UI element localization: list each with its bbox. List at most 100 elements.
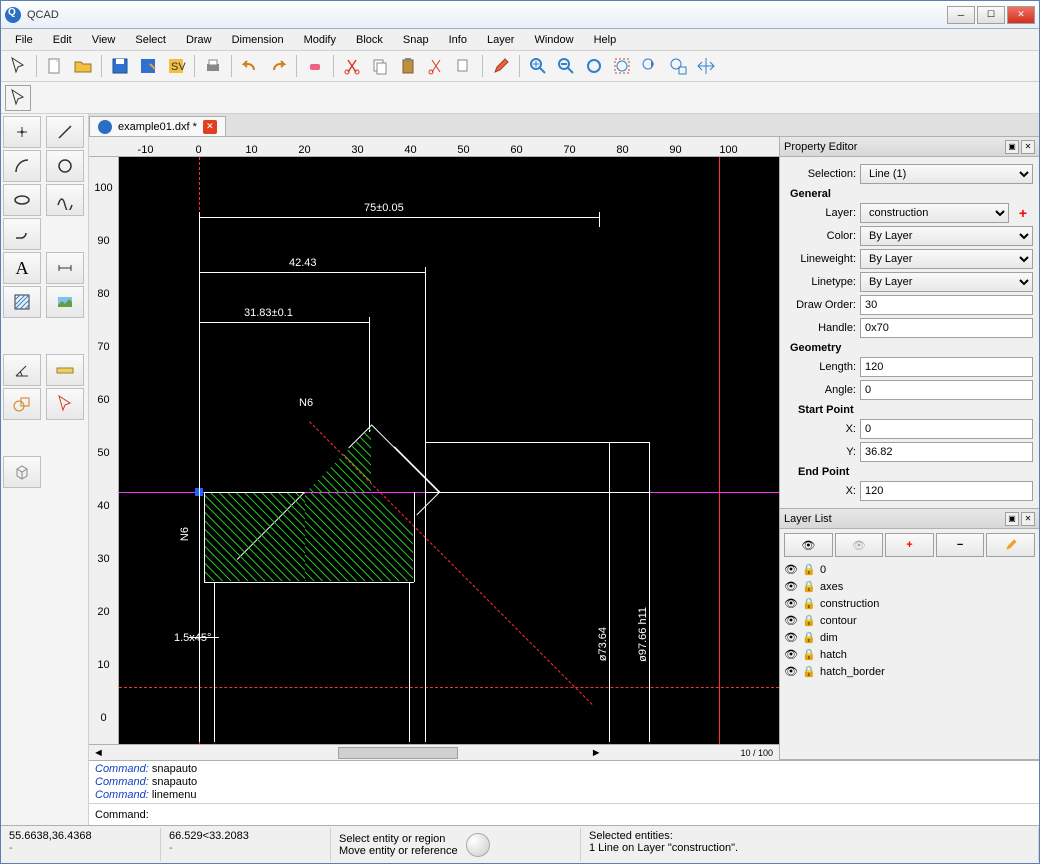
pencil-button[interactable] [488, 53, 514, 79]
ellipse-tool[interactable] [3, 184, 41, 216]
layer-pane-close[interactable]: ✕ [1021, 512, 1035, 526]
polyline-tool[interactable] [3, 218, 41, 250]
zoom-in-button[interactable] [525, 53, 551, 79]
menu-dimension[interactable]: Dimension [222, 31, 294, 49]
lineweight-select[interactable]: By Layer [860, 249, 1033, 269]
menu-edit[interactable]: Edit [43, 31, 82, 49]
paste-button[interactable] [395, 53, 421, 79]
block-tool[interactable] [3, 388, 41, 420]
end-x-input[interactable] [860, 481, 1033, 501]
length-input[interactable] [860, 357, 1033, 377]
menu-snap[interactable]: Snap [393, 31, 439, 49]
eye-icon[interactable]: 👁 [784, 648, 798, 661]
layer-row[interactable]: 👁🔒axes [780, 578, 1039, 595]
layer-row[interactable]: 👁🔒dim [780, 629, 1039, 646]
menu-help[interactable]: Help [584, 31, 627, 49]
menu-info[interactable]: Info [439, 31, 477, 49]
point-tool[interactable] [3, 116, 41, 148]
hatch-tool[interactable] [3, 286, 41, 318]
3d-tool[interactable] [3, 456, 41, 488]
lock-icon[interactable]: 🔒 [802, 665, 816, 678]
zoom-previous-button[interactable] [637, 53, 663, 79]
zoom-window-button[interactable] [665, 53, 691, 79]
select-tool[interactable] [46, 388, 84, 420]
pan-button[interactable] [693, 53, 719, 79]
add-layer-button-2[interactable]: + [885, 533, 934, 557]
layer-select[interactable]: construction [860, 203, 1009, 223]
menu-block[interactable]: Block [346, 31, 393, 49]
lock-icon[interactable]: 🔒 [802, 614, 816, 627]
remove-layer-button[interactable]: − [936, 533, 985, 557]
menu-draw[interactable]: Draw [176, 31, 222, 49]
edit-layer-button[interactable] [986, 533, 1035, 557]
minimize-button[interactable]: ─ [947, 6, 975, 24]
layer-pane-undock[interactable]: ▣ [1005, 512, 1019, 526]
save-button[interactable] [107, 53, 133, 79]
eye-icon[interactable]: 👁 [784, 580, 798, 593]
print-button[interactable] [200, 53, 226, 79]
cut-ref-button[interactable] [423, 53, 449, 79]
linetype-select[interactable]: By Layer [860, 272, 1033, 292]
command-input[interactable] [149, 809, 1033, 821]
drawing-canvas[interactable]: 75±0.05 42.43 31.83±0.1 [119, 157, 779, 744]
eye-icon[interactable]: 👁 [784, 563, 798, 576]
pointer-tool[interactable] [5, 53, 31, 79]
menu-view[interactable]: View [82, 31, 126, 49]
start-x-input[interactable] [860, 419, 1033, 439]
new-file-button[interactable] [42, 53, 68, 79]
image-tool[interactable] [46, 286, 84, 318]
color-select[interactable]: By Layer [860, 226, 1033, 246]
menu-select[interactable]: Select [125, 31, 176, 49]
selection-select[interactable]: Line (1) [860, 164, 1033, 184]
arc-tool[interactable] [3, 150, 41, 182]
spline-tool[interactable] [46, 184, 84, 216]
eye-icon[interactable]: 👁 [784, 631, 798, 644]
pane-close-button[interactable]: ✕ [1021, 140, 1035, 154]
circle-tool[interactable] [46, 150, 84, 182]
layer-row[interactable]: 👁🔒hatch_border [780, 663, 1039, 680]
layer-row[interactable]: 👁🔒0 [780, 561, 1039, 578]
pointer-tool-2[interactable] [5, 85, 31, 111]
show-all-layers-button[interactable]: 👁 [784, 533, 833, 557]
save-svg-button[interactable]: SVG [163, 53, 189, 79]
menu-file[interactable]: File [5, 31, 43, 49]
layer-row[interactable]: 👁🔒contour [780, 612, 1039, 629]
zoom-selection-button[interactable] [609, 53, 635, 79]
measure-dist-tool[interactable] [46, 354, 84, 386]
pane-undock-button[interactable]: ▣ [1005, 140, 1019, 154]
maximize-button[interactable]: ☐ [977, 6, 1005, 24]
undo-button[interactable] [237, 53, 263, 79]
lock-icon[interactable]: 🔒 [802, 597, 816, 610]
lock-icon[interactable]: 🔒 [802, 648, 816, 661]
zoom-auto-button[interactable] [581, 53, 607, 79]
text-tool[interactable]: A [3, 252, 41, 284]
redo-button[interactable] [265, 53, 291, 79]
lock-icon[interactable]: 🔒 [802, 580, 816, 593]
zoom-out-button[interactable] [553, 53, 579, 79]
handle-input[interactable] [860, 318, 1033, 338]
draworder-input[interactable] [860, 295, 1033, 315]
lock-icon[interactable]: 🔒 [802, 631, 816, 644]
layer-row[interactable]: 👁🔒hatch [780, 646, 1039, 663]
scroll-thumb[interactable] [338, 747, 458, 759]
lock-icon[interactable]: 🔒 [802, 563, 816, 576]
menu-layer[interactable]: Layer [477, 31, 525, 49]
layer-row[interactable]: 👁🔒construction [780, 595, 1039, 612]
copy-button[interactable] [367, 53, 393, 79]
close-button[interactable]: ✕ [1007, 6, 1035, 24]
save-as-button[interactable] [135, 53, 161, 79]
add-layer-button[interactable]: + [1013, 203, 1033, 223]
tab-close-button[interactable]: ✕ [203, 120, 217, 134]
menu-window[interactable]: Window [524, 31, 583, 49]
cut-button[interactable] [339, 53, 365, 79]
open-file-button[interactable] [70, 53, 96, 79]
menu-modify[interactable]: Modify [294, 31, 346, 49]
eye-icon[interactable]: 👁 [784, 614, 798, 627]
measure-angle-tool[interactable] [3, 354, 41, 386]
horizontal-scrollbar[interactable]: ◄ ► 10 / 100 [89, 744, 779, 760]
line-tool[interactable] [46, 116, 84, 148]
dimension-tool[interactable] [46, 252, 84, 284]
eye-icon[interactable]: 👁 [784, 597, 798, 610]
angle-input[interactable] [860, 380, 1033, 400]
hide-all-layers-button[interactable]: 👁 [835, 533, 884, 557]
